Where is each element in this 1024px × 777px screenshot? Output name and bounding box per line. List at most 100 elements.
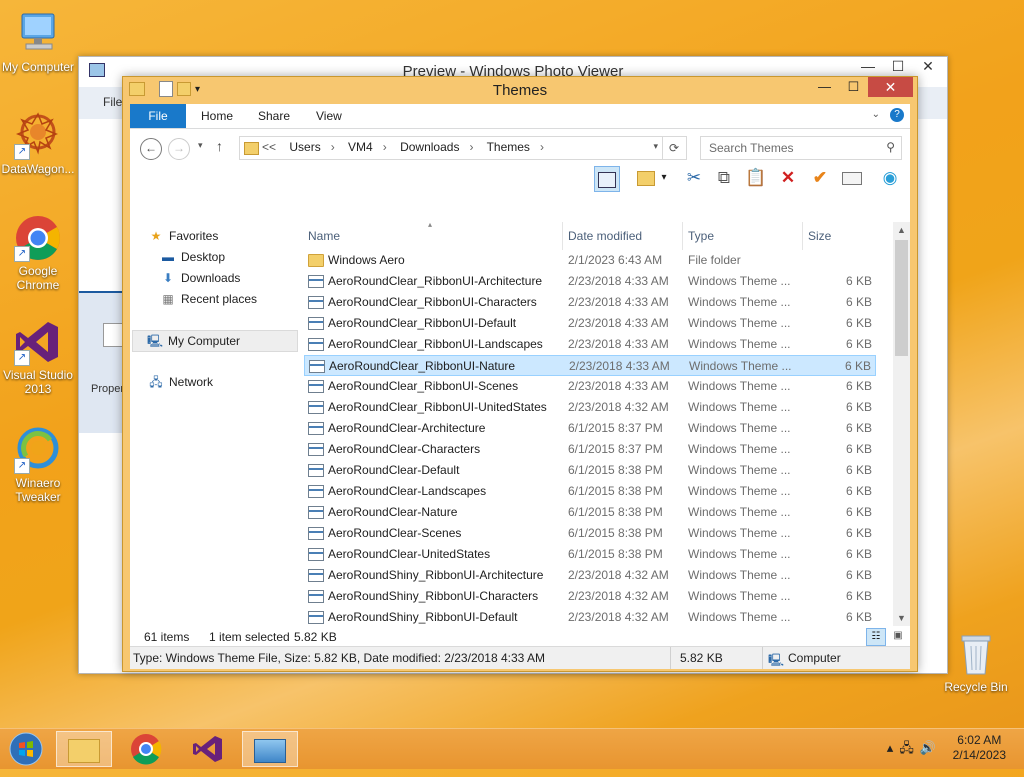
- file-row[interactable]: AeroRoundShiny_RibbonUI-Architecture 2/23…: [304, 565, 876, 586]
- desktop-icon-google-chrome[interactable]: ↗ Google Chrome: [0, 214, 76, 292]
- theme-file-icon: [308, 569, 324, 582]
- paste-icon[interactable]: 📋: [744, 166, 768, 190]
- desktop-icon-winaero-tweaker[interactable]: ↗ Winaero Tweaker: [0, 426, 76, 504]
- scrollbar-thumb[interactable]: [895, 240, 908, 356]
- explorer-titlebar[interactable]: ▾ Themes — ☐ ✕: [123, 77, 917, 104]
- file-row[interactable]: AeroRoundClear_RibbonUI-Characters 2/23/2…: [304, 292, 876, 313]
- open-with-icon[interactable]: [634, 166, 658, 190]
- nav-desktop[interactable]: ▬ Desktop: [160, 247, 225, 267]
- large-icons-view-icon[interactable]: ▣: [890, 628, 906, 644]
- tab-view[interactable]: View: [316, 104, 342, 128]
- file-row[interactable]: AeroRoundClear-Landscapes 6/1/2015 8:38 P…: [304, 481, 876, 502]
- search-box[interactable]: Search Themes ⚲: [700, 136, 902, 160]
- column-header-date[interactable]: Date modified: [568, 222, 642, 250]
- start-button[interactable]: [0, 731, 52, 767]
- back-button[interactable]: ←: [140, 138, 162, 160]
- file-row[interactable]: AeroRoundClear_RibbonUI-Nature 2/23/2018 …: [304, 355, 876, 376]
- globe-icon[interactable]: ◉: [878, 166, 902, 190]
- column-header-type[interactable]: Type: [688, 222, 714, 250]
- nav-my-computer[interactable]: 🖳 My Computer: [132, 330, 298, 352]
- tab-home[interactable]: Home: [201, 104, 233, 128]
- address-overflow[interactable]: <<: [262, 140, 276, 154]
- forward-button[interactable]: →: [168, 138, 190, 160]
- nav-recent-places[interactable]: ▦ Recent places: [160, 289, 257, 309]
- desktop-icon-datawagon[interactable]: ↗ DataWagon...: [0, 112, 76, 176]
- file-row[interactable]: AeroRoundShiny_RibbonUI-Characters 2/23/2…: [304, 586, 876, 607]
- file-row[interactable]: AeroRoundClear_RibbonUI-Architecture 2/23…: [304, 271, 876, 292]
- breadcrumb-vm4[interactable]: VM4: [348, 140, 373, 154]
- refresh-button[interactable]: ⟳: [662, 136, 687, 160]
- file-row[interactable]: AeroRoundClear_RibbonUI-Scenes 2/23/2018 …: [304, 376, 876, 397]
- nav-favorites[interactable]: ★ Favorites: [148, 226, 219, 246]
- file-row[interactable]: AeroRoundClear-Scenes 6/1/2015 8:38 PM Win…: [304, 523, 876, 544]
- photo-viewer-close-button[interactable]: ✕: [913, 57, 943, 77]
- search-input[interactable]: Search Themes: [709, 141, 794, 155]
- scroll-up-icon[interactable]: ▲: [893, 222, 910, 238]
- volume-icon[interactable]: 🔊: [920, 740, 942, 755]
- ribbon-expand-icon[interactable]: ⌄: [872, 109, 880, 120]
- address-bar[interactable]: << Users › VM4 › Downloads › Themes › ▾: [239, 136, 663, 160]
- file-row[interactable]: AeroRoundClear_RibbonUI-Landscapes 2/23/2…: [304, 334, 876, 355]
- photo-viewer-minimize-button[interactable]: —: [853, 57, 883, 77]
- photo-viewer-maximize-button[interactable]: ☐: [883, 57, 913, 77]
- status-bar: 61 items 1 item selected 5.82 KB ☷ ▣: [130, 626, 910, 648]
- preview-pane-icon[interactable]: [594, 166, 620, 192]
- breadcrumb-themes[interactable]: Themes: [487, 140, 530, 154]
- delete-icon[interactable]: ✕: [776, 166, 800, 190]
- downloads-icon: ⬇: [162, 271, 174, 285]
- copy-icon[interactable]: ⧉: [712, 166, 736, 190]
- show-hidden-icons-icon[interactable]: ▴: [887, 740, 900, 755]
- file-row[interactable]: AeroRoundClear_RibbonUI-UnitedStates 2/23…: [304, 397, 876, 418]
- file-row[interactable]: Windows Aero 2/1/2023 6:43 AM File folder: [304, 250, 876, 271]
- maximize-button[interactable]: ☐: [839, 77, 868, 97]
- minimize-button[interactable]: —: [810, 77, 839, 97]
- column-header-name[interactable]: Name: [308, 222, 340, 250]
- details-view-icon[interactable]: ☷: [866, 628, 886, 646]
- file-row[interactable]: AeroRoundShiny_RibbonUI-Default 2/23/2018…: [304, 607, 876, 626]
- help-icon[interactable]: ?: [890, 108, 904, 122]
- folder-icon: [308, 254, 324, 267]
- file-date: 2/23/2018 4:33 AM: [568, 274, 669, 288]
- nav-network[interactable]: 🖧 Network: [148, 372, 213, 392]
- tab-file[interactable]: File: [130, 104, 186, 128]
- breadcrumb-downloads[interactable]: Downloads: [400, 140, 459, 154]
- photo-viewer-file-menu[interactable]: File: [103, 95, 122, 109]
- up-button[interactable]: ↑: [216, 138, 223, 154]
- desktop-icon-visual-studio[interactable]: ↗ Visual Studio 2013: [0, 318, 76, 396]
- network-tray-icon[interactable]: 🖧: [899, 740, 920, 755]
- vertical-scrollbar[interactable]: ▲ ▼: [893, 222, 910, 626]
- taskbar-file-explorer[interactable]: [56, 731, 112, 767]
- file-row[interactable]: AeroRoundClear_RibbonUI-Default 2/23/2018…: [304, 313, 876, 334]
- file-row[interactable]: AeroRoundClear-Architecture 6/1/2015 8:37…: [304, 418, 876, 439]
- desktop-icon: ▬: [162, 250, 174, 264]
- recent-locations-icon[interactable]: ▾: [198, 140, 203, 151]
- file-row[interactable]: AeroRoundClear-Default 6/1/2015 8:38 PM Wi…: [304, 460, 876, 481]
- taskbar-photo-viewer[interactable]: [242, 731, 298, 767]
- taskbar-chrome[interactable]: [118, 731, 174, 767]
- file-size: 6 KB: [845, 589, 872, 603]
- file-size: 6 KB: [845, 505, 872, 519]
- rename-checkmark-icon[interactable]: ✔: [808, 166, 832, 190]
- properties-icon[interactable]: [840, 166, 864, 190]
- file-row[interactable]: AeroRoundClear-Characters 6/1/2015 8:37 P…: [304, 439, 876, 460]
- address-dropdown-icon[interactable]: ▾: [653, 141, 658, 152]
- file-row[interactable]: AeroRoundClear-Nature 6/1/2015 8:38 PM Win…: [304, 502, 876, 523]
- tab-share[interactable]: Share: [258, 104, 290, 128]
- breadcrumb-users[interactable]: Users: [289, 140, 320, 154]
- nav-downloads[interactable]: ⬇ Downloads: [160, 268, 240, 288]
- file-name: AeroRoundClear_RibbonUI-Characters: [328, 295, 537, 309]
- desktop-icon-recycle-bin[interactable]: Recycle Bin: [938, 630, 1014, 694]
- column-header-size[interactable]: Size: [808, 222, 831, 250]
- close-button[interactable]: ✕: [868, 77, 913, 97]
- nav-label: Desktop: [181, 250, 226, 264]
- explorer-window[interactable]: ▾ Themes — ☐ ✕ File Home Share View ⌄ ? …: [122, 76, 918, 672]
- taskbar-visual-studio[interactable]: [180, 731, 236, 767]
- shortcut-arrow-icon: ↗: [14, 246, 30, 262]
- file-row[interactable]: AeroRoundClear-UnitedStates 6/1/2015 8:38…: [304, 544, 876, 565]
- cut-icon[interactable]: ✂: [682, 166, 706, 190]
- scroll-down-icon[interactable]: ▼: [893, 610, 910, 626]
- open-dropdown-icon[interactable]: ▾: [658, 166, 670, 190]
- visual-studio-icon: [193, 736, 222, 762]
- clock[interactable]: 6:02 AM 2/14/2023: [953, 733, 1006, 763]
- desktop-icon-my-computer[interactable]: My Computer: [0, 10, 76, 74]
